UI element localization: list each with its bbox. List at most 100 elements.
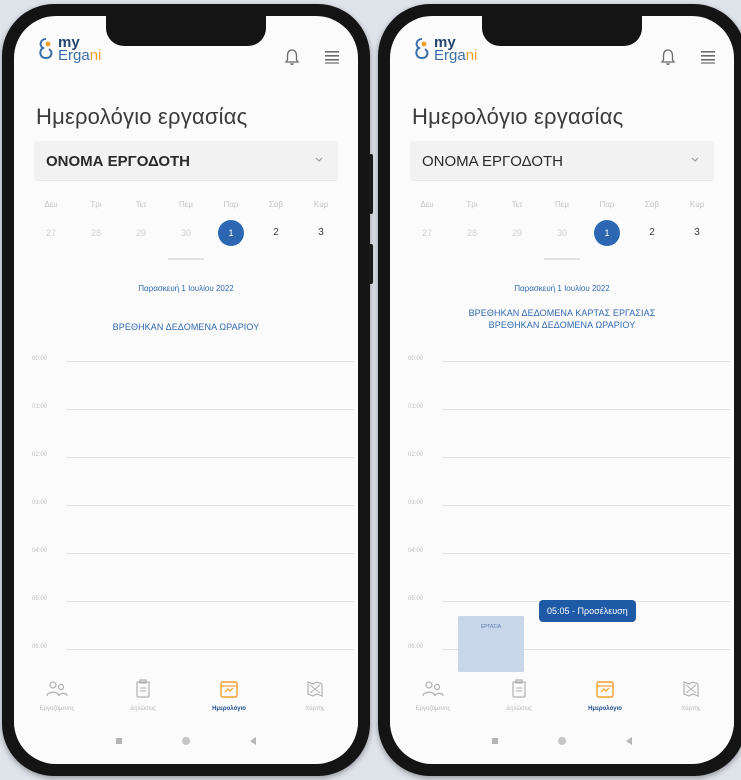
employer-select[interactable]: ΟΝΟΜΑ ΕΡΓΟΔΟΤΗ [34, 141, 338, 181]
weekday-label: Δευ [44, 200, 58, 209]
weekday-label: Τρι [90, 200, 102, 209]
weekday-label: Τρι [466, 200, 478, 209]
nav-item-employee[interactable]: Εργαζόμενος [398, 676, 468, 728]
map-icon [683, 681, 699, 697]
weekday-label: Παρ [599, 200, 615, 209]
home-icon[interactable] [557, 736, 567, 746]
date-cell[interactable]: 30 [547, 220, 577, 246]
page-title: Ημερολόγιο εργασίας [412, 104, 624, 129]
nav-item-calendar[interactable]: Ημερολόγιο [570, 676, 640, 728]
selected-date-text: Παρασκευή 1 Ιουλίου 2022 [514, 284, 610, 293]
nav-item-declarations[interactable]: Δηλώσεις [108, 676, 178, 728]
date-cell[interactable]: 29 [502, 220, 532, 246]
chevron-down-icon [315, 157, 323, 162]
home-icon[interactable] [181, 736, 191, 746]
hour-row: 04:00 [14, 548, 358, 554]
status-message: ΒΡΕΘΗΚΑΝ ΔΕΔΟΜΕΝΑ ΩΡΑΡΙΟΥ [112, 322, 260, 332]
week-date-strip: 27 28 29 30 1 2 3 [412, 220, 712, 246]
system-navigation-bar [14, 736, 358, 746]
myergani-logo[interactable]: my Ergani [412, 35, 477, 63]
date-cell-selected[interactable]: 1 [594, 220, 620, 246]
nav-item-map[interactable]: Χάρτης [280, 676, 350, 728]
bell-icon[interactable] [284, 48, 300, 66]
recents-icon[interactable] [115, 737, 123, 745]
hour-row: 03:00 [390, 500, 734, 506]
work-period-block[interactable]: ΕΡΓΑΣΙΑ [458, 616, 524, 672]
weekday-header: Δευ Τρι Τετ Πεμ Παρ Σαβ Κυρ [412, 200, 712, 209]
employer-select-value: ΟΝΟΜΑ ΕΡΓΟΔΟΤΗ [422, 153, 563, 170]
hour-row: 01:00 [14, 404, 358, 410]
date-cell[interactable]: 29 [126, 220, 156, 246]
myergani-logo[interactable]: my Ergani [36, 35, 102, 64]
date-cell[interactable]: 30 [171, 220, 201, 246]
screen-right: my Ergani Ημερολόγιο εργασίας ΟΝΟΜΑ ΕΡΓΟ… [390, 16, 734, 764]
hour-row: 02:00 [14, 452, 358, 458]
logo-ergani-text: Ergani [58, 47, 102, 64]
bottom-navigation: Εργαζόμενος Δηλώσεις Ημερολόγιο Χάρτης [14, 676, 358, 728]
weekday-label: Τετ [135, 200, 147, 209]
clipboard-icon [512, 679, 526, 698]
status-message: ΒΡΕΘΗΚΑΝ ΔΕΔΟΜΕΝΑ ΩΡΑΡΙΟΥ [488, 320, 636, 330]
weekday-label: Δευ [420, 200, 434, 209]
calendar-icon [220, 681, 238, 698]
date-cell[interactable]: 3 [306, 220, 336, 246]
selected-date-text: Παρασκευή 1 Ιουλίου 2022 [138, 284, 234, 293]
system-navigation-bar [390, 736, 734, 746]
weekday-label: Τετ [511, 200, 523, 209]
nav-item-map[interactable]: Χάρτης [656, 676, 726, 728]
weekday-header: Δευ Τρι Τετ Πεμ Παρ Σαβ Κυρ [36, 200, 336, 209]
date-cell[interactable]: 27 [36, 220, 66, 246]
hour-row: 04:00 [390, 548, 734, 554]
hour-row: 03:00 [14, 500, 358, 506]
drag-handle[interactable] [544, 258, 580, 260]
screen-left: my Ergani Ημερολόγιο εργασίας ΟΝΟΜΑ ΕΡΓΟ… [14, 16, 358, 764]
bell-icon[interactable] [660, 48, 676, 66]
weekday-label: Σαβ [268, 200, 284, 209]
nav-item-calendar[interactable]: Ημερολόγιο [194, 676, 264, 728]
hour-row: 06:00 [390, 644, 734, 650]
nav-item-declarations[interactable]: Δηλώσεις [484, 676, 554, 728]
weekday-label: Πεμ [555, 200, 569, 209]
weekday-label: Σαβ [644, 200, 660, 209]
page-title: Ημερολόγιο εργασίας [36, 104, 248, 129]
hamburger-menu-icon[interactable] [700, 50, 716, 64]
drag-handle[interactable] [168, 258, 204, 260]
recents-icon[interactable] [491, 737, 499, 745]
hour-row: 02:00 [390, 452, 734, 458]
back-icon[interactable] [249, 736, 257, 746]
logo-mark-icon [415, 38, 429, 60]
date-cell[interactable]: 2 [637, 220, 667, 246]
hamburger-menu-icon[interactable] [324, 50, 340, 64]
status-message: ΒΡΕΘΗΚΑΝ ΔΕΔΟΜΕΝΑ ΚΑΡΤΑΣ ΕΡΓΑΣΙΑΣ [468, 308, 656, 318]
employer-select[interactable]: ΟΝΟΜΑ ΕΡΓΟΔΟΤΗ [410, 141, 714, 181]
logo-mark-icon [39, 38, 53, 60]
hour-row: 05:00 [14, 596, 358, 602]
arrival-time-chip[interactable]: 05:05 - Προσέλευση [539, 600, 636, 622]
nav-item-employee[interactable]: Εργαζόμενος [22, 676, 92, 728]
calendar-icon [596, 681, 614, 698]
date-cell[interactable]: 28 [81, 220, 111, 246]
date-cell[interactable]: 27 [412, 220, 442, 246]
weekday-label: Πεμ [179, 200, 193, 209]
work-period-label: ΕΡΓΑΣΙΑ [480, 624, 502, 630]
clipboard-icon [136, 679, 150, 698]
week-date-strip: 27 28 29 30 1 2 3 [36, 220, 336, 246]
hour-row: 00:00 [14, 356, 358, 362]
date-cell[interactable]: 28 [457, 220, 487, 246]
hour-row: 01:00 [390, 404, 734, 410]
notch [482, 16, 642, 46]
weekday-label: Κυρ [689, 200, 705, 209]
date-cell[interactable]: 3 [682, 220, 712, 246]
weekday-label: Παρ [223, 200, 239, 209]
phone-frame-right: my Ergani Ημερολόγιο εργασίας ΟΝΟΜΑ ΕΡΓΟ… [378, 4, 741, 776]
bottom-navigation: Εργαζόμενος Δηλώσεις Ημερολόγιο Χάρτης [390, 676, 734, 728]
date-cell-selected[interactable]: 1 [218, 220, 244, 246]
weekday-label: Κυρ [313, 200, 329, 209]
users-icon [46, 681, 68, 697]
back-icon[interactable] [625, 736, 633, 746]
employer-select-value: ΟΝΟΜΑ ΕΡΓΟΔΟΤΗ [46, 153, 190, 170]
date-cell[interactable]: 2 [261, 220, 291, 246]
chevron-down-icon [691, 157, 699, 162]
phone-frame-left: my Ergani Ημερολόγιο εργασίας ΟΝΟΜΑ ΕΡΓΟ… [2, 4, 373, 776]
hour-row: 06:00 [14, 644, 358, 650]
